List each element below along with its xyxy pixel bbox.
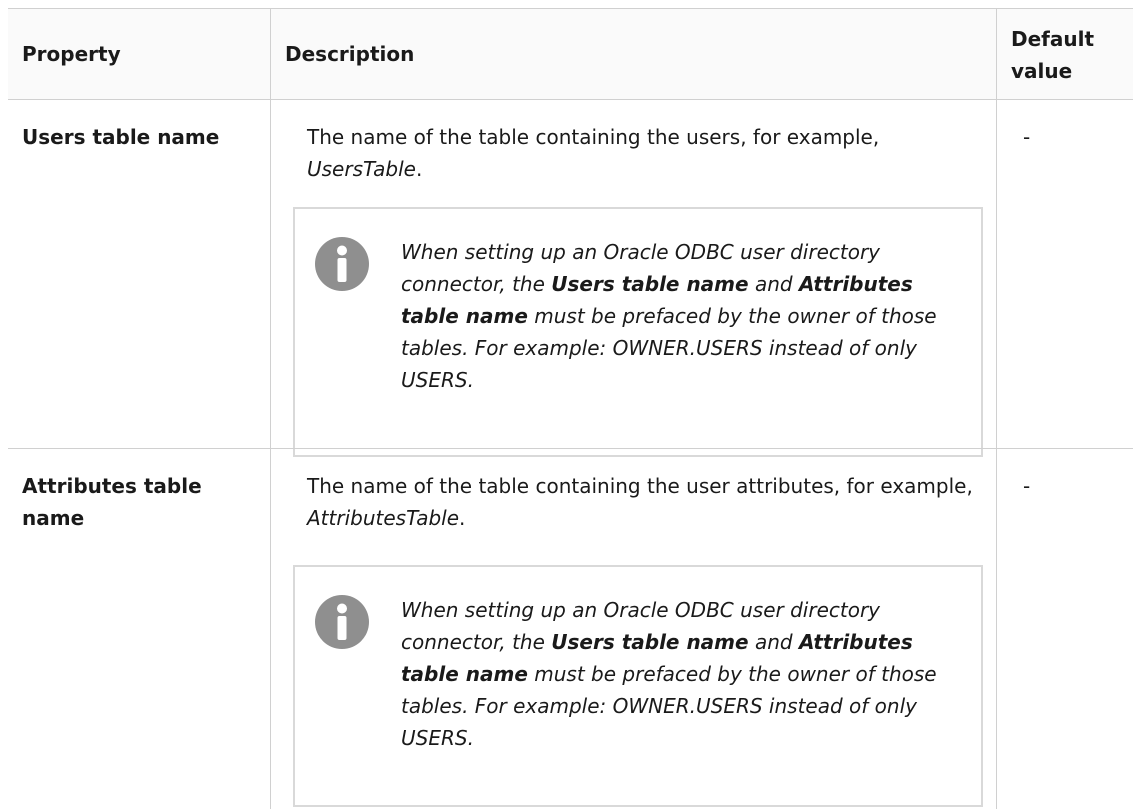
- note-text-part: and: [754, 630, 793, 654]
- description-suffix: .: [459, 506, 466, 530]
- note-bold-term: Users table name: [551, 630, 749, 654]
- description-text: The name of the table containing the use…: [285, 449, 982, 534]
- note-text-part: and: [754, 272, 793, 296]
- note-text: When setting up an Oracle ODBC user dire…: [401, 594, 957, 754]
- header-description: Description: [270, 9, 996, 99]
- description-example: UsersTable: [307, 157, 416, 181]
- description-suffix: .: [415, 157, 423, 181]
- property-name: Attributes table name: [22, 474, 202, 530]
- description-prefix: The name of the table containing the use…: [307, 474, 973, 498]
- table-header-row: Property Description Default value: [8, 8, 1133, 99]
- description-prefix: The name of the table containing the use…: [307, 125, 880, 149]
- table-row: Users table name The name of the table c…: [8, 99, 1133, 457]
- table-row: Attributes table name The name of the ta…: [8, 448, 1133, 809]
- note-text: When setting up an Oracle ODBC user dire…: [401, 236, 957, 396]
- default-value: -: [996, 100, 1133, 448]
- description-text: The name of the table containing the use…: [285, 100, 982, 185]
- properties-table: Property Description Default value Users…: [8, 8, 1133, 809]
- description-example: AttributesTable: [307, 506, 460, 530]
- header-default-value: Default value: [996, 9, 1133, 99]
- note-box: When setting up an Oracle ODBC user dire…: [293, 565, 983, 807]
- note-box: When setting up an Oracle ODBC user dire…: [293, 207, 983, 457]
- info-icon: [315, 595, 369, 649]
- description-cell: The name of the table containing the use…: [270, 100, 996, 457]
- default-value: -: [996, 449, 1133, 809]
- header-property: Property: [22, 42, 121, 66]
- info-icon: [315, 237, 369, 291]
- note-bold-term: Users table name: [551, 272, 749, 296]
- property-name: Users table name: [22, 125, 220, 149]
- description-cell: The name of the table containing the use…: [270, 449, 996, 809]
